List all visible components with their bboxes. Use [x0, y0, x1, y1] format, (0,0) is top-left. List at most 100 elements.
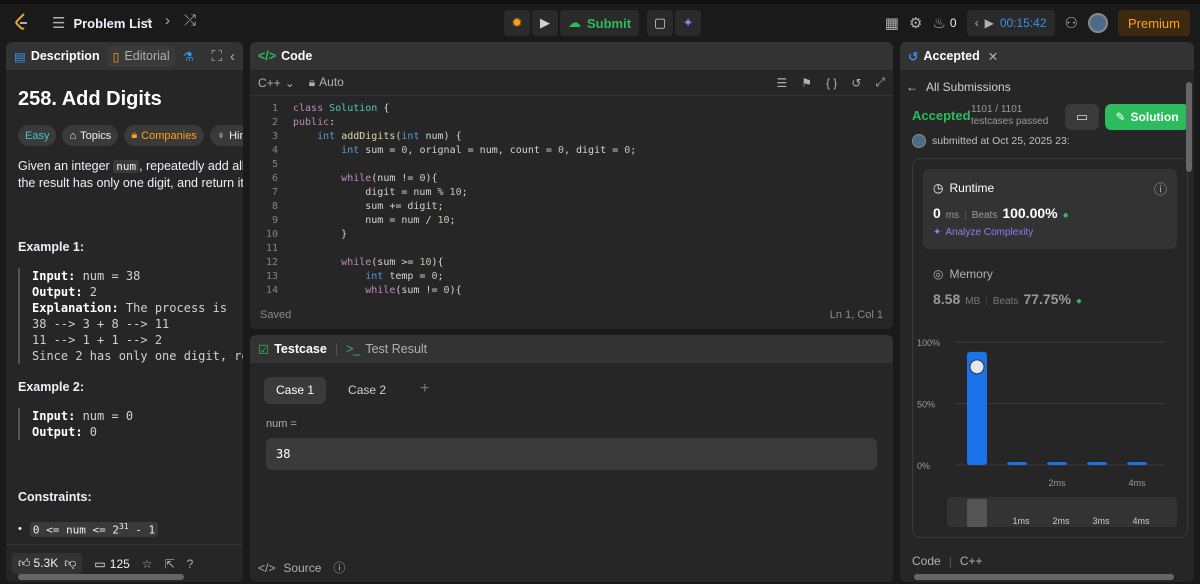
- language-select[interactable]: C++ ⌄: [258, 76, 295, 90]
- shuffle-icon[interactable]: ⤮: [184, 12, 196, 29]
- code-line[interactable]: 8 sum += digit;: [250, 200, 893, 214]
- footer-code-label[interactable]: Code: [912, 554, 941, 568]
- topics-button[interactable]: ⌂ Topics: [62, 125, 119, 146]
- code-line[interactable]: 1 class Solution {: [250, 102, 893, 116]
- tab-solutions[interactable]: ⚗: [183, 49, 194, 64]
- tab-editorial[interactable]: ▯ Editorial: [107, 45, 175, 67]
- code-line[interactable]: 6 while(num != 0){: [250, 172, 893, 186]
- run-button[interactable]: ▶: [532, 10, 558, 36]
- bookmark-icon[interactable]: ⚑: [801, 76, 812, 90]
- line-content: num = num / 10;: [293, 215, 456, 226]
- next-problem-icon[interactable]: ›: [165, 12, 170, 29]
- num-field[interactable]: 38: [266, 438, 877, 470]
- code-line[interactable]: 11: [250, 242, 893, 256]
- y-tick-label: 0%: [917, 461, 930, 471]
- streak-button[interactable]: ♨ 0: [932, 14, 956, 32]
- tab-testcase[interactable]: ☑ Testcase: [258, 342, 327, 357]
- tab-test-result-label: Test Result: [365, 342, 428, 356]
- add-user-icon[interactable]: ⚇: [1065, 14, 1078, 32]
- analyze-complexity-button[interactable]: ✦ Analyze Complexity: [933, 227, 1033, 238]
- solution-button[interactable]: ✎ Solution: [1105, 104, 1189, 130]
- add-case-button[interactable]: +: [408, 377, 441, 404]
- code-line[interactable]: 3 int addDigits(int num) {: [250, 130, 893, 144]
- submit-button[interactable]: ☁ Submit: [560, 10, 640, 36]
- like-button[interactable]: 👍︎ 5.3K: [18, 556, 58, 571]
- problem-list-button[interactable]: ☰ Problem List: [52, 14, 152, 32]
- tab-test-result[interactable]: >_ Test Result: [346, 342, 427, 356]
- flame-icon: ♨: [932, 15, 946, 32]
- layout-icon[interactable]: ▦: [885, 14, 899, 32]
- open-book-icon: ▭: [1075, 109, 1089, 124]
- memory-title[interactable]: ◎ Memory: [933, 267, 993, 281]
- auto-mode[interactable]: 🔒︎ Auto: [309, 75, 344, 90]
- favorite-star-icon[interactable]: ☆: [142, 557, 153, 571]
- chart-range-slider[interactable]: 1ms 2ms 3ms 4ms: [947, 497, 1177, 527]
- maximize-icon[interactable]: ⛶: [211, 48, 222, 65]
- tests-label: testcases passed: [971, 116, 1049, 127]
- debug-button[interactable]: ✹: [504, 10, 530, 36]
- prev-problem-icon[interactable]: ‹: [146, 12, 151, 29]
- horizontal-scrollbar[interactable]: [18, 574, 184, 580]
- source-button[interactable]: </> Source ⓘ: [258, 559, 345, 576]
- notes-button[interactable]: ▢: [647, 10, 674, 36]
- avatar[interactable]: [1087, 13, 1108, 33]
- collapse-panel-icon[interactable]: ‹: [230, 48, 235, 65]
- format-icon[interactable]: ☰: [776, 76, 787, 90]
- comments-button[interactable]: ▭ 125: [94, 557, 129, 571]
- premium-button[interactable]: Premium: [1117, 10, 1190, 36]
- help-icon[interactable]: ?: [187, 557, 194, 571]
- runtime-title: ◷ Runtime: [933, 181, 994, 195]
- edit-icon: ✎: [1115, 110, 1126, 124]
- play-icon: ▶: [540, 15, 550, 30]
- code-line[interactable]: 4 int sum = 0, orignal = num, count = 0,…: [250, 144, 893, 158]
- braces-icon[interactable]: { }: [826, 76, 837, 90]
- share-icon[interactable]: ⇱: [165, 557, 175, 571]
- example-1-title: Example 1:: [18, 240, 85, 254]
- difficulty-label: Easy: [25, 129, 50, 142]
- ex1-line-3: Since 2 has only one digit, retu: [32, 349, 243, 363]
- code-line[interactable]: 7 digit = num % 10;: [250, 186, 893, 200]
- code-line[interactable]: 10 }: [250, 228, 893, 242]
- fullscreen-icon[interactable]: ⤢: [875, 75, 885, 90]
- code-editor[interactable]: 1 class Solution {2 public: 3 int addDigits…: [250, 96, 893, 306]
- difficulty-badge: Easy: [18, 125, 57, 146]
- ai-button[interactable]: ✦: [675, 10, 702, 36]
- constraints-title: Constraints:: [18, 490, 92, 504]
- settings-icon[interactable]: ⚙: [909, 14, 922, 32]
- info-icon[interactable]: ⓘ: [1154, 179, 1167, 198]
- timer[interactable]: ‹ ▶ 00:15:42: [966, 10, 1055, 36]
- vertical-scrollbar[interactable]: [1186, 82, 1192, 172]
- runtime-value: 0 ms | Beats 100.00% ●: [933, 205, 1069, 221]
- language-value: C++: [258, 75, 281, 90]
- problem-nav: ‹ › ⤮: [146, 12, 196, 29]
- code-line[interactable]: 13 int temp = 0;: [250, 270, 893, 284]
- code-line[interactable]: 9 num = num / 10;: [250, 214, 893, 228]
- case-1-tab[interactable]: Case 1: [264, 377, 327, 404]
- dislike-button[interactable]: 👎︎: [64, 556, 76, 571]
- companies-button[interactable]: 🔒︎ Companies: [124, 125, 204, 146]
- code-line[interactable]: 12 while(sum >= 10){: [250, 256, 893, 270]
- code-line[interactable]: 2 public:: [250, 116, 893, 130]
- line-number: 1: [271, 103, 278, 114]
- runtime-distribution-chart[interactable]: 100% 50% 0% 2ms 4ms: [913, 334, 1187, 494]
- leetcode-logo[interactable]: [12, 12, 32, 32]
- submitted-text: submitted at Oct 25, 2025 23:: [932, 135, 1070, 147]
- hint-button[interactable]: ♀Hint: [209, 125, 243, 146]
- footer-lang-label[interactable]: C++: [960, 554, 983, 568]
- range-handle[interactable]: [967, 499, 987, 527]
- all-submissions-link[interactable]: ← All Submissions: [900, 70, 1194, 104]
- code-line[interactable]: 14 while(sum != 0){: [250, 284, 893, 298]
- tab-code[interactable]: </> Code: [258, 49, 312, 63]
- code-line[interactable]: 5: [250, 158, 893, 172]
- tab-accepted[interactable]: ↺ Accepted: [908, 49, 980, 64]
- line-number: 7: [271, 187, 278, 198]
- editorial-button[interactable]: ▭: [1065, 104, 1099, 130]
- runtime-card[interactable]: ◷ Runtime ⓘ 0 ms | Beats 100.00% ● ✦ Analy…: [923, 169, 1177, 249]
- vote-group: 👍︎ 5.3K 👎︎: [12, 553, 83, 574]
- line-content: [280, 158, 293, 172]
- tab-description[interactable]: ▤ Description: [14, 49, 100, 64]
- case-2-tab[interactable]: Case 2: [336, 377, 398, 404]
- reset-icon[interactable]: ↺: [851, 76, 861, 90]
- close-icon[interactable]: ✕: [988, 49, 998, 64]
- horizontal-scrollbar[interactable]: [914, 574, 1174, 580]
